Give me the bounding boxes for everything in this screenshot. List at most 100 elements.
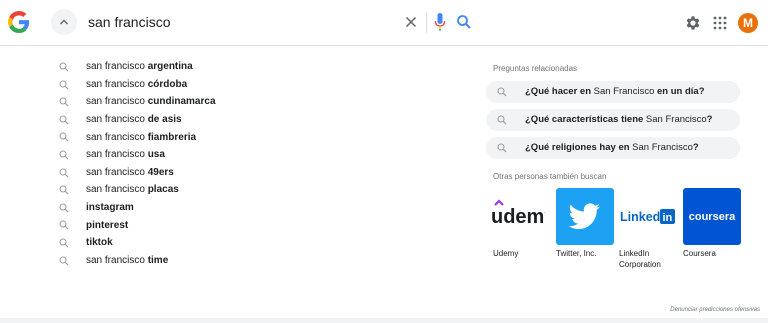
- suggestion-text: instagram: [86, 202, 134, 213]
- question-part-a: ¿Qué religiones hay en: [525, 142, 630, 153]
- suggestion-item[interactable]: tiktok: [0, 234, 460, 252]
- search-icon[interactable]: [456, 14, 472, 30]
- search-icon: [497, 115, 507, 125]
- gear-icon[interactable]: [684, 14, 702, 32]
- suggestion-text: san francisco fiambreria: [86, 132, 196, 143]
- suggestion-completion: tiktok: [86, 237, 113, 249]
- question-part-c: ?: [692, 142, 699, 153]
- search-icon: [59, 97, 69, 107]
- related-questions-heading: Preguntas relacionadas: [493, 64, 578, 73]
- search-header: M: [0, 0, 768, 46]
- entity-label-linkedin[interactable]: LinkedIn Corporation: [619, 248, 671, 270]
- apps-grid-icon[interactable]: [712, 15, 728, 31]
- suggestion-prefix: san francisco: [86, 184, 148, 196]
- search-icon: [497, 87, 507, 97]
- search-icon: [59, 115, 69, 125]
- udemy-logo-text: udemy: [491, 206, 545, 228]
- entity-tile-coursera[interactable]: coursera: [683, 188, 741, 245]
- suggestion-prefix: san francisco: [86, 61, 148, 73]
- suggestion-completion: cundinamarca: [147, 96, 216, 108]
- microphone-icon[interactable]: [434, 12, 446, 32]
- udemy-logo-icon: udemy: [491, 199, 556, 228]
- others-search-heading: Otras personas también buscan: [493, 172, 607, 181]
- suggestion-text: san francisco cundinamarca: [86, 96, 216, 107]
- coursera-logo-text: coursera: [689, 211, 736, 223]
- related-question-item[interactable]: ¿Qué características tiene San Francisco…: [486, 109, 740, 131]
- chevron-up-icon: [60, 19, 68, 25]
- entity-label-udemy[interactable]: Udemy: [493, 248, 518, 259]
- suggestion-list: san francisco argentina san francisco cór…: [0, 58, 460, 269]
- suggestion-prefix: san francisco: [86, 114, 148, 126]
- report-predictions-link[interactable]: Denunciar predicciones ofensivas: [670, 307, 760, 313]
- suggestion-text: san francisco placas: [86, 184, 179, 195]
- account-avatar[interactable]: M: [738, 13, 758, 33]
- search-icon: [497, 143, 507, 153]
- search-icon: [59, 203, 69, 213]
- related-question-text: ¿Qué hacer en San Francisco en un día?: [525, 86, 705, 97]
- search-icon: [59, 132, 69, 142]
- suggestion-text: san francisco time: [86, 255, 168, 266]
- related-question-item[interactable]: ¿Qué religiones hay en San Francisco?: [486, 137, 740, 159]
- suggestion-completion: time: [147, 254, 169, 266]
- question-part-b: San Francisco: [643, 114, 707, 125]
- entity-tile-udemy[interactable]: udemy: [487, 188, 556, 245]
- question-part-c: en un día?: [657, 86, 705, 97]
- suggestion-text: san francisco 49ers: [86, 167, 174, 178]
- suggestion-prefix: san francisco: [86, 78, 148, 90]
- suggestion-completion: placas: [147, 184, 179, 196]
- suggestion-completion: córdoba: [147, 78, 188, 90]
- search-icon: [59, 80, 69, 90]
- collapse-suggestions-button[interactable]: [51, 9, 77, 35]
- suggestion-item[interactable]: san francisco placas: [0, 181, 460, 199]
- related-question-text: ¿Qué religiones hay en San Francisco?: [525, 142, 699, 153]
- search-icon: [59, 168, 69, 177]
- suggestion-text: san francisco usa: [86, 149, 165, 160]
- suggestion-prefix: san francisco: [86, 149, 148, 161]
- search-icon: [59, 62, 69, 72]
- linkedin-logo-text: Linked: [620, 210, 660, 224]
- suggestion-completion: argentina: [147, 61, 193, 73]
- suggestion-item[interactable]: san francisco de asis: [0, 111, 460, 129]
- linkedin-logo-icon: Linked in: [620, 209, 675, 224]
- linkedin-logo-suffix: in: [663, 212, 673, 224]
- suggestion-text: san francisco córdoba: [86, 79, 187, 90]
- question-part-b: San Francisco: [629, 142, 693, 153]
- suggestion-text: san francisco argentina: [86, 61, 193, 72]
- suggestion-text: pinterest: [86, 220, 128, 231]
- suggestion-text: san francisco de asis: [86, 114, 182, 125]
- twitter-bird-icon: [568, 203, 600, 229]
- footer-bar: [0, 318, 768, 323]
- search-icon: [59, 255, 69, 265]
- suggestion-text: tiktok: [86, 237, 113, 248]
- suggestion-completion: usa: [147, 149, 165, 161]
- suggestion-completion: de asis: [147, 114, 182, 126]
- question-part-c: ?: [706, 114, 713, 125]
- search-icon: [59, 150, 69, 160]
- suggestion-item[interactable]: san francisco córdoba: [0, 76, 460, 94]
- question-part-a: ¿Qué características tiene: [525, 114, 644, 125]
- suggestion-item[interactable]: pinterest: [0, 216, 460, 234]
- suggestion-item[interactable]: san francisco time: [0, 252, 460, 270]
- suggestion-item[interactable]: san francisco fiambreria: [0, 128, 460, 146]
- suggestion-item[interactable]: san francisco 49ers: [0, 164, 460, 182]
- suggestion-item[interactable]: instagram: [0, 199, 460, 217]
- google-logo-icon[interactable]: [8, 11, 30, 33]
- search-input[interactable]: [88, 14, 388, 30]
- entity-label-coursera[interactable]: Coursera: [683, 248, 716, 259]
- suggestion-completion: pinterest: [86, 219, 129, 231]
- suggestion-completion: 49ers: [147, 166, 174, 178]
- suggestion-item[interactable]: san francisco cundinamarca: [0, 93, 460, 111]
- search-icon: [59, 220, 69, 230]
- suggestion-prefix: san francisco: [86, 131, 148, 143]
- suggestion-item[interactable]: san francisco argentina: [0, 58, 460, 76]
- suggestion-prefix: san francisco: [86, 166, 148, 178]
- entity-tile-twitter[interactable]: [556, 188, 614, 245]
- suggestion-item[interactable]: san francisco usa: [0, 146, 460, 164]
- question-part-b: San Francisco: [591, 86, 657, 97]
- entity-tile-linkedin[interactable]: Linked in: [619, 188, 677, 245]
- entity-label-twitter[interactable]: Twitter, Inc.: [556, 248, 596, 259]
- suggestion-prefix: san francisco: [86, 254, 148, 266]
- related-question-item[interactable]: ¿Qué hacer en San Francisco en un día?: [486, 81, 740, 103]
- search-icon: [59, 185, 69, 195]
- clear-icon[interactable]: [403, 14, 419, 30]
